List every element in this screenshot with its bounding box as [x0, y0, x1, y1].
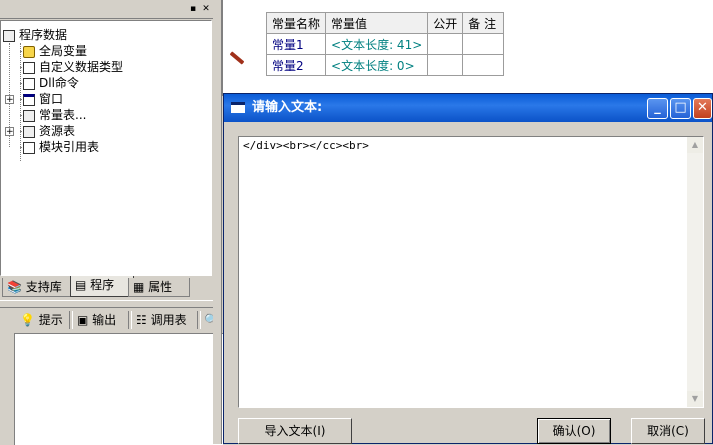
const-name-cell[interactable]: 常量1	[265, 33, 327, 55]
vertical-scrollbar[interactable]: ▲ ▼	[687, 137, 703, 407]
maximize-button[interactable]: □	[670, 98, 691, 119]
const-note-cell[interactable]	[462, 33, 505, 55]
tree-item-global-vars[interactable]: 全局变量	[23, 43, 87, 59]
close-button[interactable]: ✕	[693, 98, 712, 119]
const-public-cell[interactable]	[427, 54, 464, 76]
books-icon: 📚	[7, 280, 22, 294]
col-name-header: 常量名称	[265, 12, 327, 34]
output-icon: ▣	[77, 313, 89, 327]
dialog-titlebar[interactable]: 请输入文本: _ □ ✕	[224, 94, 712, 122]
expand-window-icon[interactable]: +	[5, 95, 14, 105]
tree-item-constants[interactable]: 常量表...	[23, 107, 87, 123]
const-name-cell[interactable]: 常量2	[265, 54, 327, 76]
dialog-title: 请输入文本:	[252, 100, 323, 115]
panel-divider[interactable]	[0, 300, 222, 308]
program-tree: 程序数据 全局变量 自定义数据类型 Dll命令 + 窗口 常量表... + 资源…	[0, 20, 212, 276]
database-icon	[23, 45, 35, 58]
tree-item-label: 窗口	[39, 92, 64, 106]
resources-icon	[23, 125, 35, 138]
input-text-dialog: 请输入文本: _ □ ✕ </div><br></cc><br> ▲ ▼ 导入文…	[223, 93, 713, 444]
const-value-cell[interactable]: <文本长度: 0>	[325, 54, 429, 76]
text-input-area[interactable]: </div><br></cc><br> ▲ ▼	[238, 136, 704, 408]
tab-library[interactable]: 📚 支持库	[2, 278, 74, 297]
tree-item-module-refs[interactable]: 模块引用表	[23, 139, 99, 155]
tree-root-label: 程序数据	[19, 28, 68, 42]
constants-icon	[23, 109, 35, 122]
module-icon	[23, 141, 35, 154]
tab-label: 程序	[90, 278, 115, 292]
properties-icon: ▦	[133, 280, 145, 294]
scroll-up-icon[interactable]: ▲	[687, 137, 703, 153]
tree-root[interactable]: 程序数据	[3, 27, 67, 43]
output-label: 输出	[92, 313, 117, 327]
col-public-header: 公开	[427, 12, 464, 34]
hint-icon: 💡	[20, 313, 35, 327]
tree-item-label: 全局变量	[39, 44, 88, 58]
col-note-header: 备 注	[462, 12, 505, 34]
hint-label: 提示	[38, 313, 63, 327]
table-header-row: 常量名称 常量值 公开 备 注	[265, 12, 505, 34]
const-value-cell[interactable]: <文本长度: 41>	[325, 33, 429, 55]
tab-properties[interactable]: ▦ 属性	[128, 278, 190, 297]
dll-icon	[23, 77, 35, 90]
tree-item-resources[interactable]: 资源表	[23, 123, 75, 139]
tab-label: 支持库	[25, 280, 62, 294]
tree-item-custom-types[interactable]: 自定义数据类型	[23, 59, 123, 75]
const-note-cell[interactable]	[462, 54, 505, 76]
tree-item-window[interactable]: 窗口	[23, 91, 63, 107]
tab-label: 属性	[148, 280, 173, 294]
const-public-cell[interactable]	[427, 33, 464, 55]
window-icon	[231, 102, 245, 113]
hint-button[interactable]: 💡 提示	[20, 310, 63, 330]
document-icon	[23, 61, 35, 74]
tree-item-label: 自定义数据类型	[39, 60, 124, 74]
tree-item-label: Dll命令	[39, 76, 79, 90]
import-text-button[interactable]: 导入文本(I)	[238, 418, 352, 444]
pin-icon[interactable]: ▪	[187, 4, 199, 15]
tree-item-label: 资源表	[39, 124, 76, 138]
tree-item-label: 模块引用表	[39, 140, 100, 154]
panel-header: ▪ ✕	[0, 0, 214, 19]
calltable-button[interactable]: ☷ 调用表	[136, 310, 187, 330]
output-pane[interactable]	[14, 333, 223, 445]
minimize-button[interactable]: _	[647, 98, 668, 119]
splitter[interactable]	[213, 0, 222, 444]
left-tabs: 📚 支持库 ▤ 程序 ▦ 属性	[0, 276, 214, 298]
window-icon	[23, 93, 35, 106]
text-input-value: </div><br></cc><br>	[243, 139, 369, 152]
tab-program[interactable]: ▤ 程序	[70, 276, 134, 297]
cancel-button[interactable]: 取消(C)	[631, 418, 705, 444]
calltable-icon: ☷	[136, 313, 147, 327]
calltable-label: 调用表	[150, 313, 187, 327]
tree-item-label: 常量表...	[39, 108, 87, 122]
output-button[interactable]: ▣ 输出	[77, 310, 116, 330]
close-icon[interactable]: ✕	[200, 4, 212, 15]
col-value-header: 常量值	[325, 12, 429, 34]
ok-button[interactable]: 确认(O)	[537, 418, 611, 444]
table-row[interactable]: 常量2 <文本长度: 0>	[265, 54, 505, 76]
expand-resources-icon[interactable]: +	[5, 127, 14, 137]
table-row[interactable]: 常量1 <文本长度: 41>	[265, 33, 505, 55]
output-toolbar: 💡 提示 ▣ 输出 ☷ 调用表 🔍	[0, 308, 222, 332]
constants-table: 常量名称 常量值 公开 备 注 常量1 <文本长度: 41> 常量2 <文本长度…	[265, 12, 505, 76]
program-icon: ▤	[75, 278, 87, 292]
program-data-icon	[3, 29, 15, 42]
tree-item-dll[interactable]: Dll命令	[23, 75, 79, 91]
scroll-down-icon[interactable]: ▼	[687, 391, 703, 407]
output-grip	[0, 333, 12, 444]
